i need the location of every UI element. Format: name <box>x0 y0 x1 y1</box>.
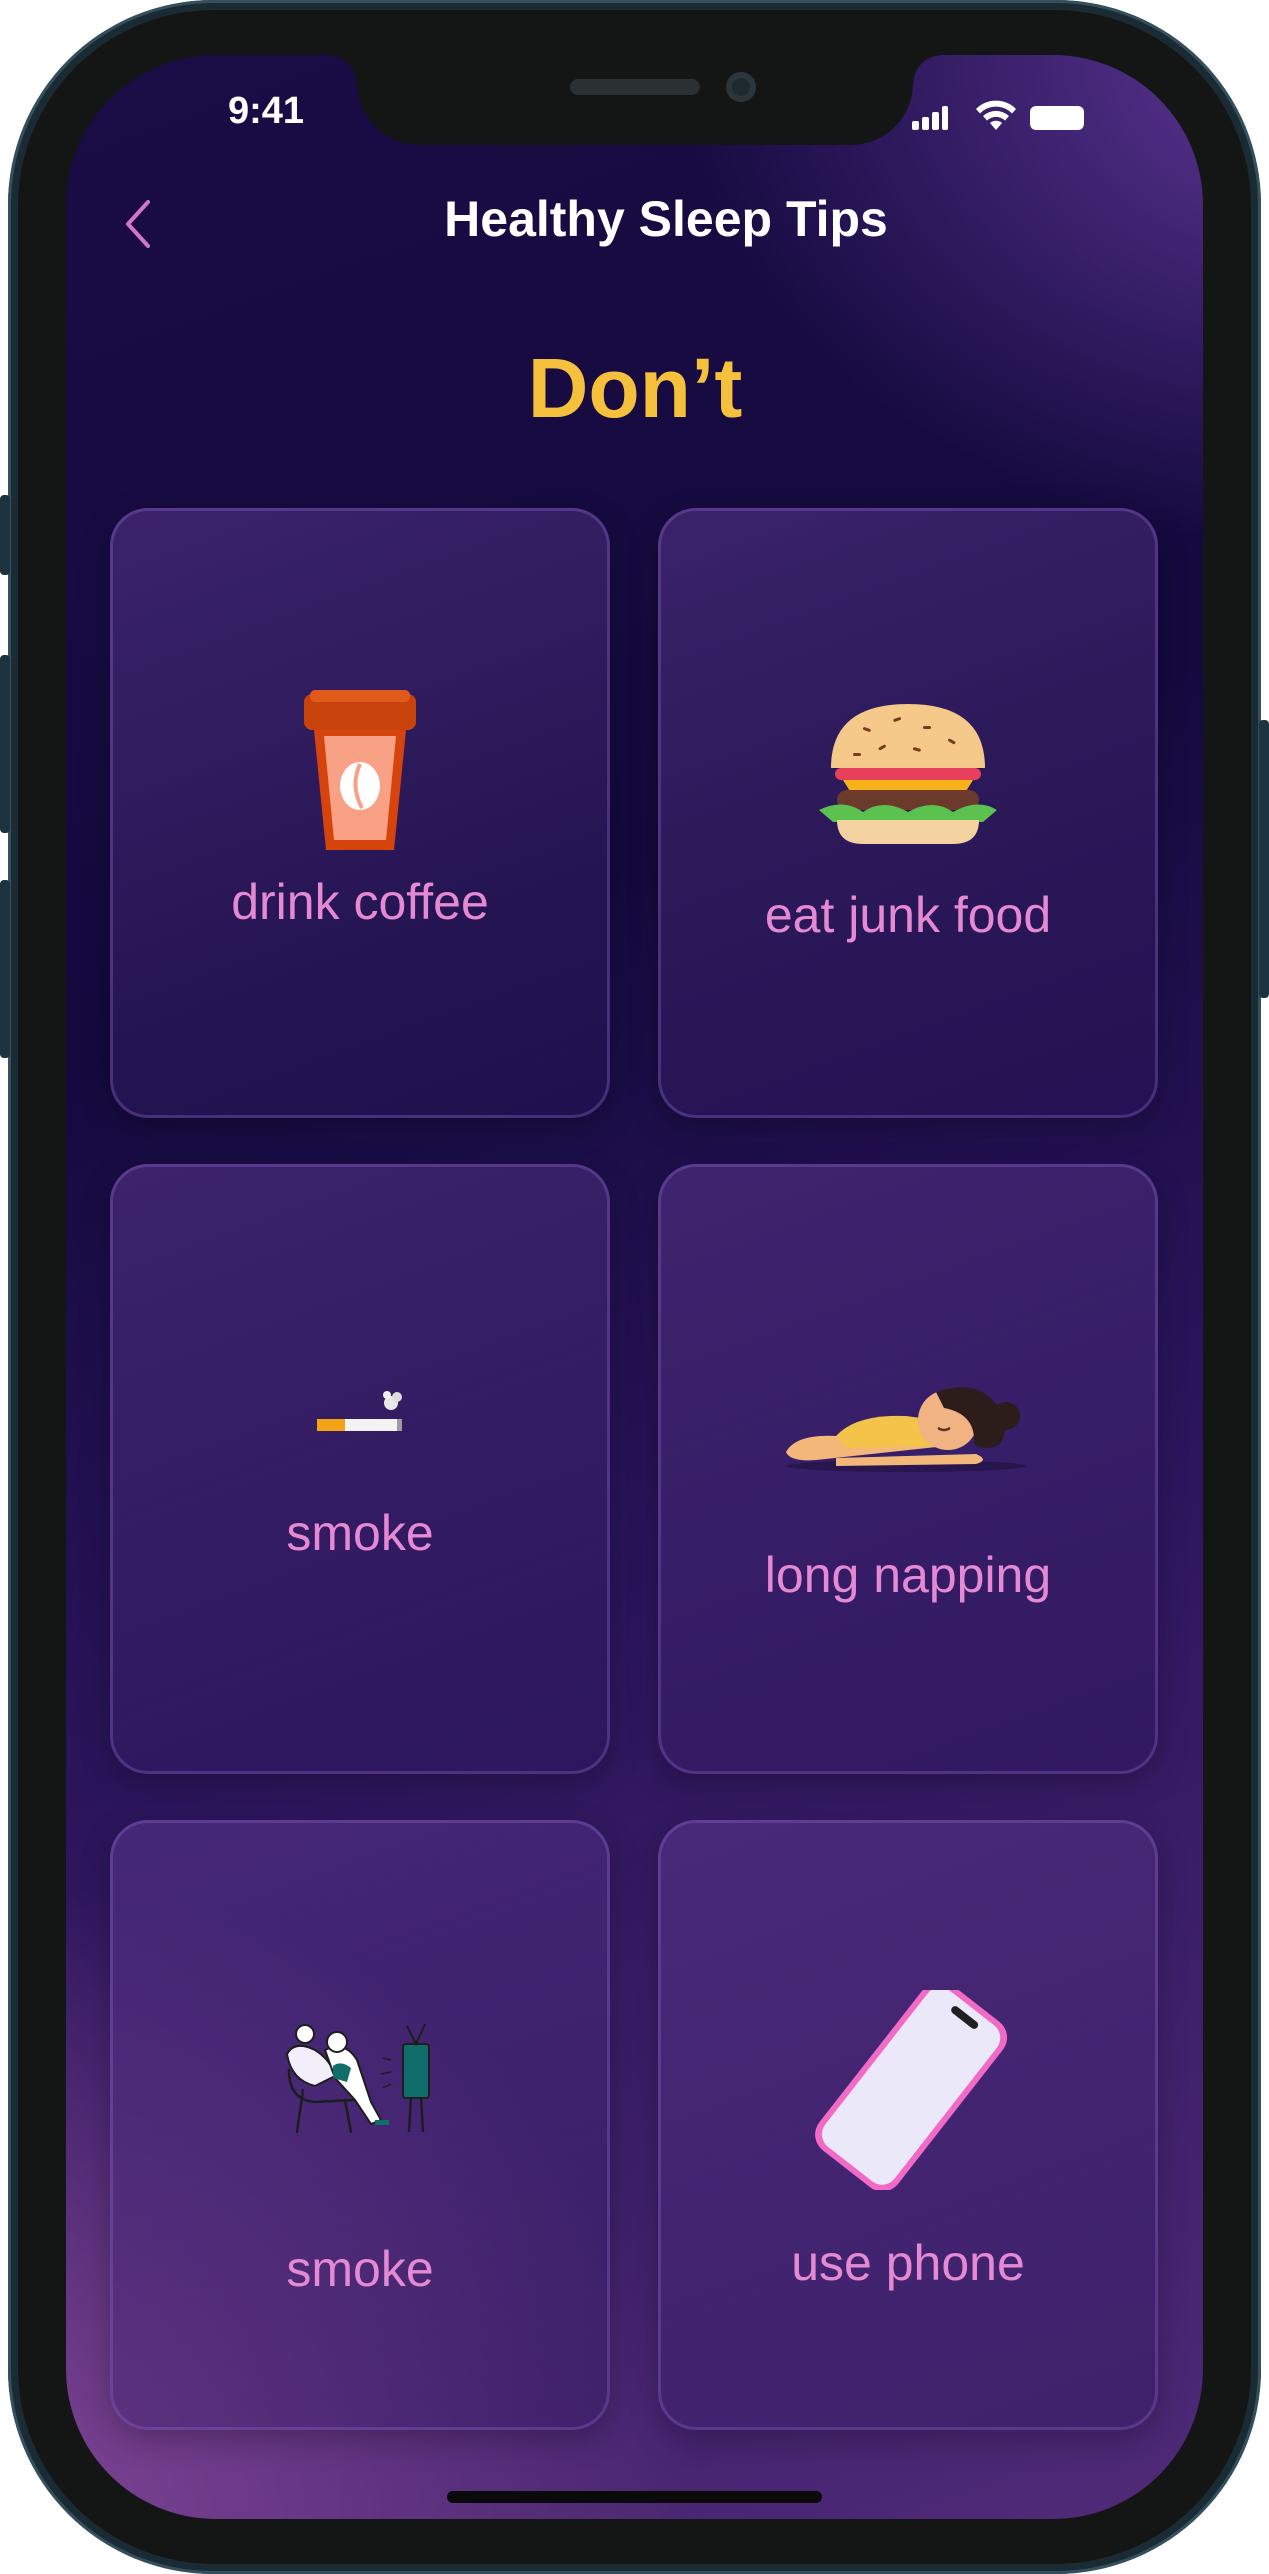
home-indicator[interactable] <box>447 2491 822 2503</box>
page-title: Healthy Sleep Tips <box>444 191 888 247</box>
phone-icon <box>815 1990 1008 2190</box>
tip-card-smoke[interactable]: smoke <box>110 1164 610 1774</box>
section-heading: Don’t <box>527 341 743 435</box>
wifi-icon <box>976 100 1016 130</box>
cigarette-icon <box>317 1391 402 1431</box>
battery-icon <box>1030 106 1084 130</box>
power-button <box>1259 720 1269 998</box>
sleeping-person-icon <box>786 1387 1026 1472</box>
status-icons <box>912 100 1086 136</box>
signal-icon <box>912 106 948 130</box>
watching-tv-icon <box>285 2023 430 2134</box>
burger-icon <box>819 704 997 844</box>
tip-card-use-phone[interactable]: use phone <box>658 1820 1158 2430</box>
volume-up-button <box>0 655 10 833</box>
speaker-grille <box>570 79 700 95</box>
tip-label: smoke <box>286 1505 434 1561</box>
tip-label: long napping <box>764 1547 1052 1603</box>
back-chevron-icon[interactable] <box>118 196 158 252</box>
tip-card-eat-junk-food[interactable]: eat junk food <box>658 508 1158 1118</box>
mute-switch <box>0 495 10 575</box>
notch <box>329 55 941 145</box>
tip-label: eat junk food <box>764 887 1052 943</box>
volume-down-button <box>0 880 10 1058</box>
tip-card-smoke-watching-tv[interactable]: smoke <box>110 1820 610 2430</box>
coffee-cup-icon <box>304 690 416 850</box>
status-time: 9:41 <box>227 90 305 132</box>
tip-label: use phone <box>791 2235 1025 2291</box>
front-camera <box>726 72 756 102</box>
tip-label: drink coffee <box>231 874 489 930</box>
tip-card-long-napping[interactable]: long napping <box>658 1164 1158 1774</box>
tip-label: smoke <box>286 2241 434 2297</box>
tip-card-drink-coffee[interactable]: drink coffee <box>110 508 610 1118</box>
